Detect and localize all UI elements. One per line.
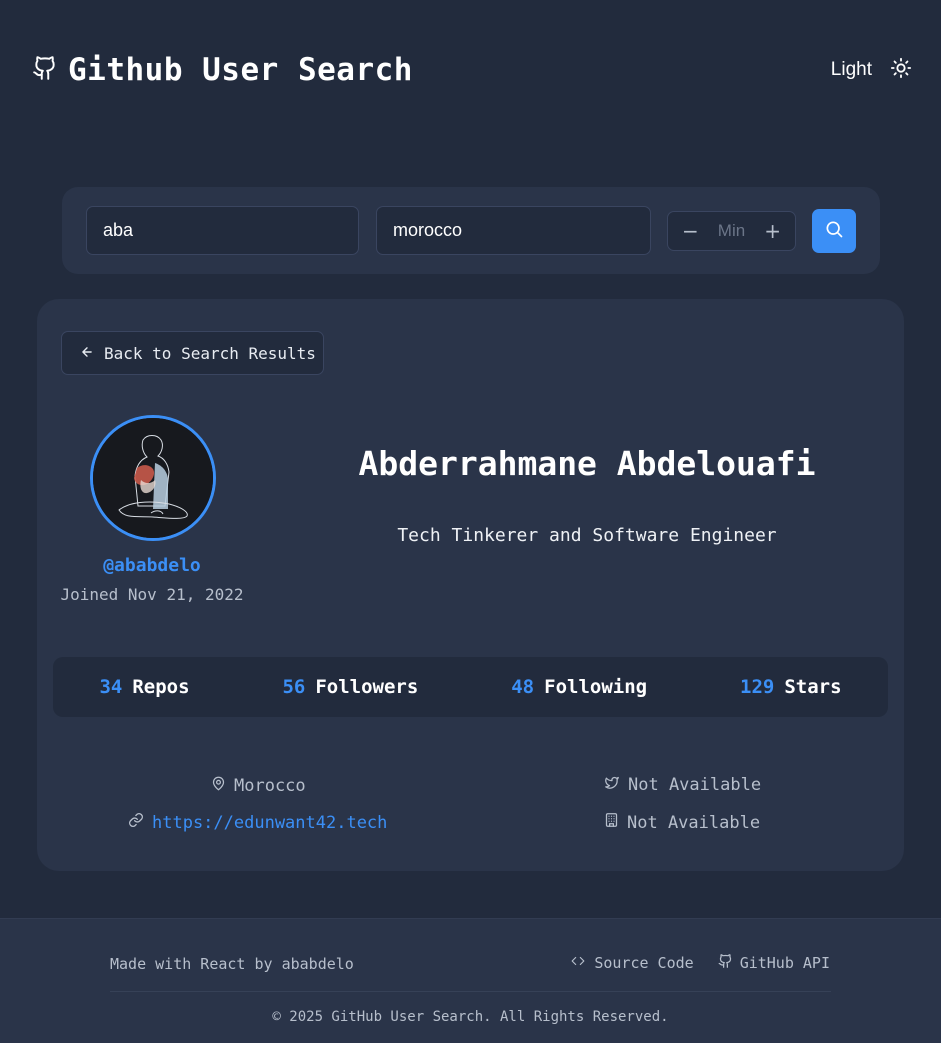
author-link[interactable]: ababdelo (282, 955, 354, 973)
theme-toggle[interactable]: Light (831, 57, 912, 83)
avatar (90, 415, 216, 541)
code-icon (569, 954, 587, 972)
github-api-link[interactable]: GitHub API (718, 953, 830, 973)
user-login[interactable]: @ababdelo (37, 555, 267, 576)
app-header: Github User Search Light (32, 48, 912, 92)
decrement-button[interactable]: − (682, 219, 699, 243)
github-icon (32, 54, 58, 86)
twitter-text: Not Available (628, 775, 762, 795)
stat-label: Stars (784, 676, 842, 698)
twitter-info: Not Available (604, 775, 761, 795)
sun-icon (890, 57, 912, 83)
footer-divider (110, 991, 831, 992)
theme-label: Light (830, 59, 872, 80)
app-title: Github User Search (68, 52, 413, 88)
footer: Made with React by ababdelo Source Code … (0, 918, 941, 1043)
stat-value: 56 (282, 676, 306, 698)
footer-links: Source Code GitHub API (569, 953, 830, 973)
search-panel: − Min + (62, 187, 880, 274)
stat-following: 48 Following (511, 676, 647, 698)
profile-card: Back to Search Results @ababdelo Joined … (37, 299, 904, 871)
github-api-label: GitHub API (739, 954, 830, 972)
stat-value: 129 (740, 676, 775, 698)
stat-value: 48 (511, 676, 535, 698)
back-label: Back to Search Results (104, 343, 316, 363)
stat-repos: 34 Repos (99, 676, 189, 698)
source-code-label: Source Code (594, 954, 694, 972)
copyright-text: © 2025 GitHub User Search. All Rights Re… (272, 1009, 669, 1025)
stat-stars: 129 Stars (740, 676, 842, 698)
github-icon (718, 953, 733, 973)
user-bio: Tech Tinkerer and Software Engineer (397, 525, 777, 546)
search-button[interactable] (812, 209, 856, 253)
website-info: https://edunwant42.tech (128, 812, 387, 833)
min-placeholder[interactable]: Min (718, 221, 745, 241)
made-with-label: Made with React by (110, 955, 273, 973)
username-input[interactable] (86, 206, 359, 255)
company-text: Not Available (627, 812, 761, 833)
back-to-results-button[interactable]: Back to Search Results (61, 331, 324, 375)
company-info: Not Available (604, 812, 760, 833)
stat-value: 34 (99, 676, 123, 698)
building-icon (604, 812, 619, 833)
joined-date: Joined Nov 21, 2022 (60, 585, 244, 604)
increment-button[interactable]: + (764, 219, 781, 243)
map-pin-icon (211, 775, 226, 797)
stats-bar: 34 Repos 56 Followers 48 Following 129 S… (53, 657, 888, 717)
stat-followers: 56 Followers (282, 676, 418, 698)
source-code-link[interactable]: Source Code (569, 953, 694, 973)
stat-label: Following (544, 676, 648, 698)
made-with-text: Made with React by ababdelo (110, 955, 354, 973)
link-icon (128, 812, 144, 833)
arrow-left-icon (80, 344, 94, 363)
min-repos-stepper: − Min + (667, 211, 796, 251)
location-text: Morocco (234, 776, 306, 796)
stat-label: Repos (132, 676, 190, 698)
search-icon (824, 219, 844, 243)
website-link[interactable]: https://edunwant42.tech (152, 813, 387, 833)
user-full-name: Abderrahmane Abdelouafi (358, 444, 816, 483)
location-input[interactable] (376, 206, 651, 255)
twitter-icon (604, 775, 620, 795)
location-info: Morocco (211, 775, 306, 797)
stat-label: Followers (315, 676, 419, 698)
brand: Github User Search (32, 52, 413, 88)
